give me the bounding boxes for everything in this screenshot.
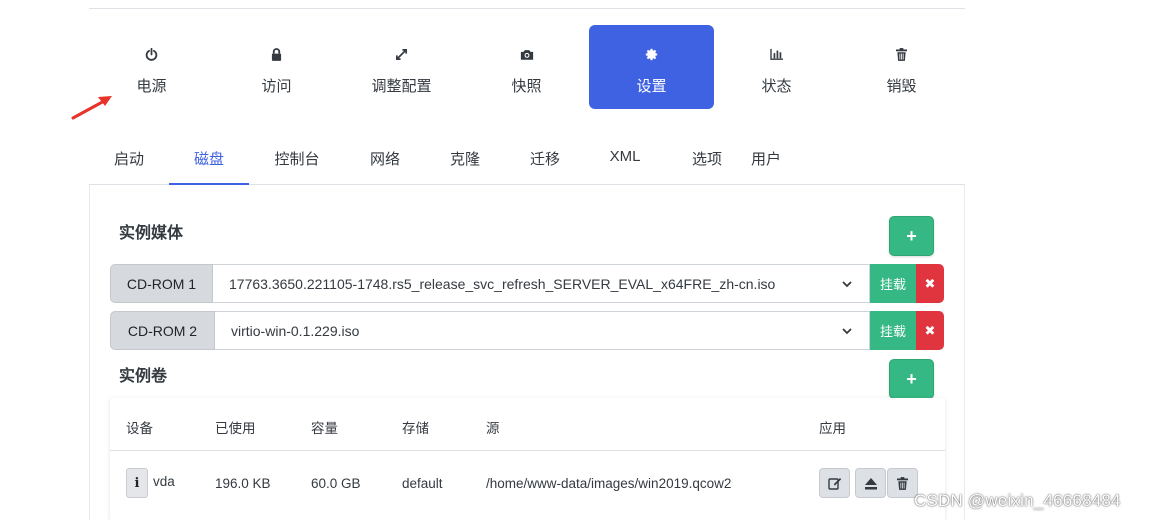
mount-button-cdrom2[interactable]: 挂载 bbox=[870, 311, 916, 350]
instance-media-title: 实例媒体 bbox=[119, 225, 184, 242]
tab-console[interactable]: 控制台 bbox=[269, 132, 325, 185]
column-header-storage: 存储 bbox=[402, 421, 429, 436]
add-volume-button[interactable]: + bbox=[889, 359, 934, 399]
volume-info-button[interactable]: i bbox=[126, 468, 148, 498]
edit-volume-button[interactable] bbox=[819, 468, 850, 498]
destroy-button[interactable]: 销毁 bbox=[839, 25, 964, 109]
tab-users[interactable]: 用户 bbox=[746, 132, 786, 185]
column-header-actions: 应用 bbox=[819, 421, 846, 436]
tab-clone[interactable]: 克隆 bbox=[445, 132, 485, 185]
add-media-button[interactable]: + bbox=[889, 216, 934, 256]
volume-storage: default bbox=[402, 476, 443, 491]
close-icon: ✖ bbox=[924, 322, 936, 338]
media-select-value: 17763.3650.221105-1748.rs5_release_svc_r… bbox=[229, 275, 776, 292]
top-divider bbox=[89, 8, 965, 9]
media-select-cdrom2[interactable]: virtio-win-0.1.229.iso bbox=[215, 311, 870, 350]
trash-icon bbox=[897, 476, 908, 490]
media-row-cdrom1: CD-ROM 1 17763.3650.221105-1748.rs5_rele… bbox=[110, 264, 944, 303]
plus-icon: + bbox=[906, 368, 917, 389]
volume-source: /home/www-data/images/win2019.qcow2 bbox=[486, 476, 732, 491]
settings-button-label: 设置 bbox=[636, 78, 667, 95]
volume-used: 196.0 KB bbox=[215, 476, 271, 491]
power-icon bbox=[145, 47, 159, 61]
gear-icon bbox=[645, 47, 659, 61]
trash-icon bbox=[895, 47, 909, 61]
volumes-table: 设备 已使用 容量 存储 源 应用 i vda 196.0 KB 60.0 GB… bbox=[110, 398, 945, 520]
settings-button[interactable]: 设置 bbox=[589, 25, 714, 109]
destroy-button-label: 销毁 bbox=[886, 78, 917, 95]
power-button-label: 电源 bbox=[136, 78, 167, 95]
remove-button-cdrom1[interactable]: ✖ bbox=[916, 264, 944, 303]
status-button-label: 状态 bbox=[761, 78, 792, 95]
lock-icon bbox=[270, 47, 284, 61]
resize-button[interactable]: 调整配置 bbox=[339, 25, 464, 109]
chevron-down-icon bbox=[842, 328, 852, 335]
tab-options[interactable]: 选项 bbox=[687, 132, 727, 185]
media-select-cdrom1[interactable]: 17763.3650.221105-1748.rs5_release_svc_r… bbox=[213, 264, 870, 303]
mount-button-cdrom1[interactable]: 挂载 bbox=[870, 264, 916, 303]
eject-volume-button[interactable] bbox=[855, 468, 886, 498]
tab-disks[interactable]: 磁盘 bbox=[169, 132, 249, 185]
instance-volumes-title: 实例卷 bbox=[119, 368, 168, 385]
bar-chart-icon bbox=[769, 47, 784, 61]
tab-network[interactable]: 网络 bbox=[365, 132, 405, 185]
watermark: CSDN @weixin_46668484 bbox=[914, 491, 1121, 510]
access-button[interactable]: 访问 bbox=[214, 25, 339, 109]
media-device-label: CD-ROM 2 bbox=[110, 311, 215, 350]
edit-icon bbox=[827, 478, 841, 490]
media-row-cdrom2: CD-ROM 2 virtio-win-0.1.229.iso 挂载 ✖ bbox=[110, 311, 944, 350]
settings-tabs: 启动 磁盘 控制台 网络 克隆 迁移 XML 选项 用户 bbox=[89, 132, 965, 185]
volume-device: vda bbox=[153, 474, 175, 489]
column-header-source: 源 bbox=[486, 421, 500, 436]
plus-icon: + bbox=[906, 225, 917, 246]
tab-boot[interactable]: 启动 bbox=[109, 132, 149, 185]
chevron-down-icon bbox=[842, 281, 852, 288]
instance-actions-bar: 电源 访问 调整配置 快照 设置 状态 销毁 bbox=[89, 25, 965, 109]
table-header: 设备 已使用 容量 存储 源 应用 bbox=[110, 398, 945, 451]
snapshot-button-label: 快照 bbox=[511, 78, 542, 95]
media-device-label: CD-ROM 1 bbox=[110, 264, 213, 303]
tab-xml[interactable]: XML bbox=[605, 132, 645, 185]
remove-button-cdrom2[interactable]: ✖ bbox=[916, 311, 944, 350]
column-header-capacity: 容量 bbox=[311, 421, 338, 436]
column-header-used: 已使用 bbox=[215, 421, 256, 436]
volume-capacity: 60.0 GB bbox=[311, 476, 361, 491]
media-select-value: virtio-win-0.1.229.iso bbox=[231, 322, 360, 339]
column-header-device: 设备 bbox=[126, 421, 153, 436]
snapshot-button[interactable]: 快照 bbox=[464, 25, 589, 109]
tab-migrate[interactable]: 迁移 bbox=[525, 132, 565, 185]
camera-icon bbox=[520, 47, 534, 61]
access-button-label: 访问 bbox=[261, 78, 292, 95]
resize-button-label: 调整配置 bbox=[371, 78, 432, 95]
annotation-arrow-icon bbox=[71, 96, 112, 120]
eject-icon bbox=[864, 477, 877, 489]
close-icon: ✖ bbox=[924, 275, 936, 291]
status-button[interactable]: 状态 bbox=[714, 25, 839, 109]
resize-icon bbox=[395, 47, 409, 61]
